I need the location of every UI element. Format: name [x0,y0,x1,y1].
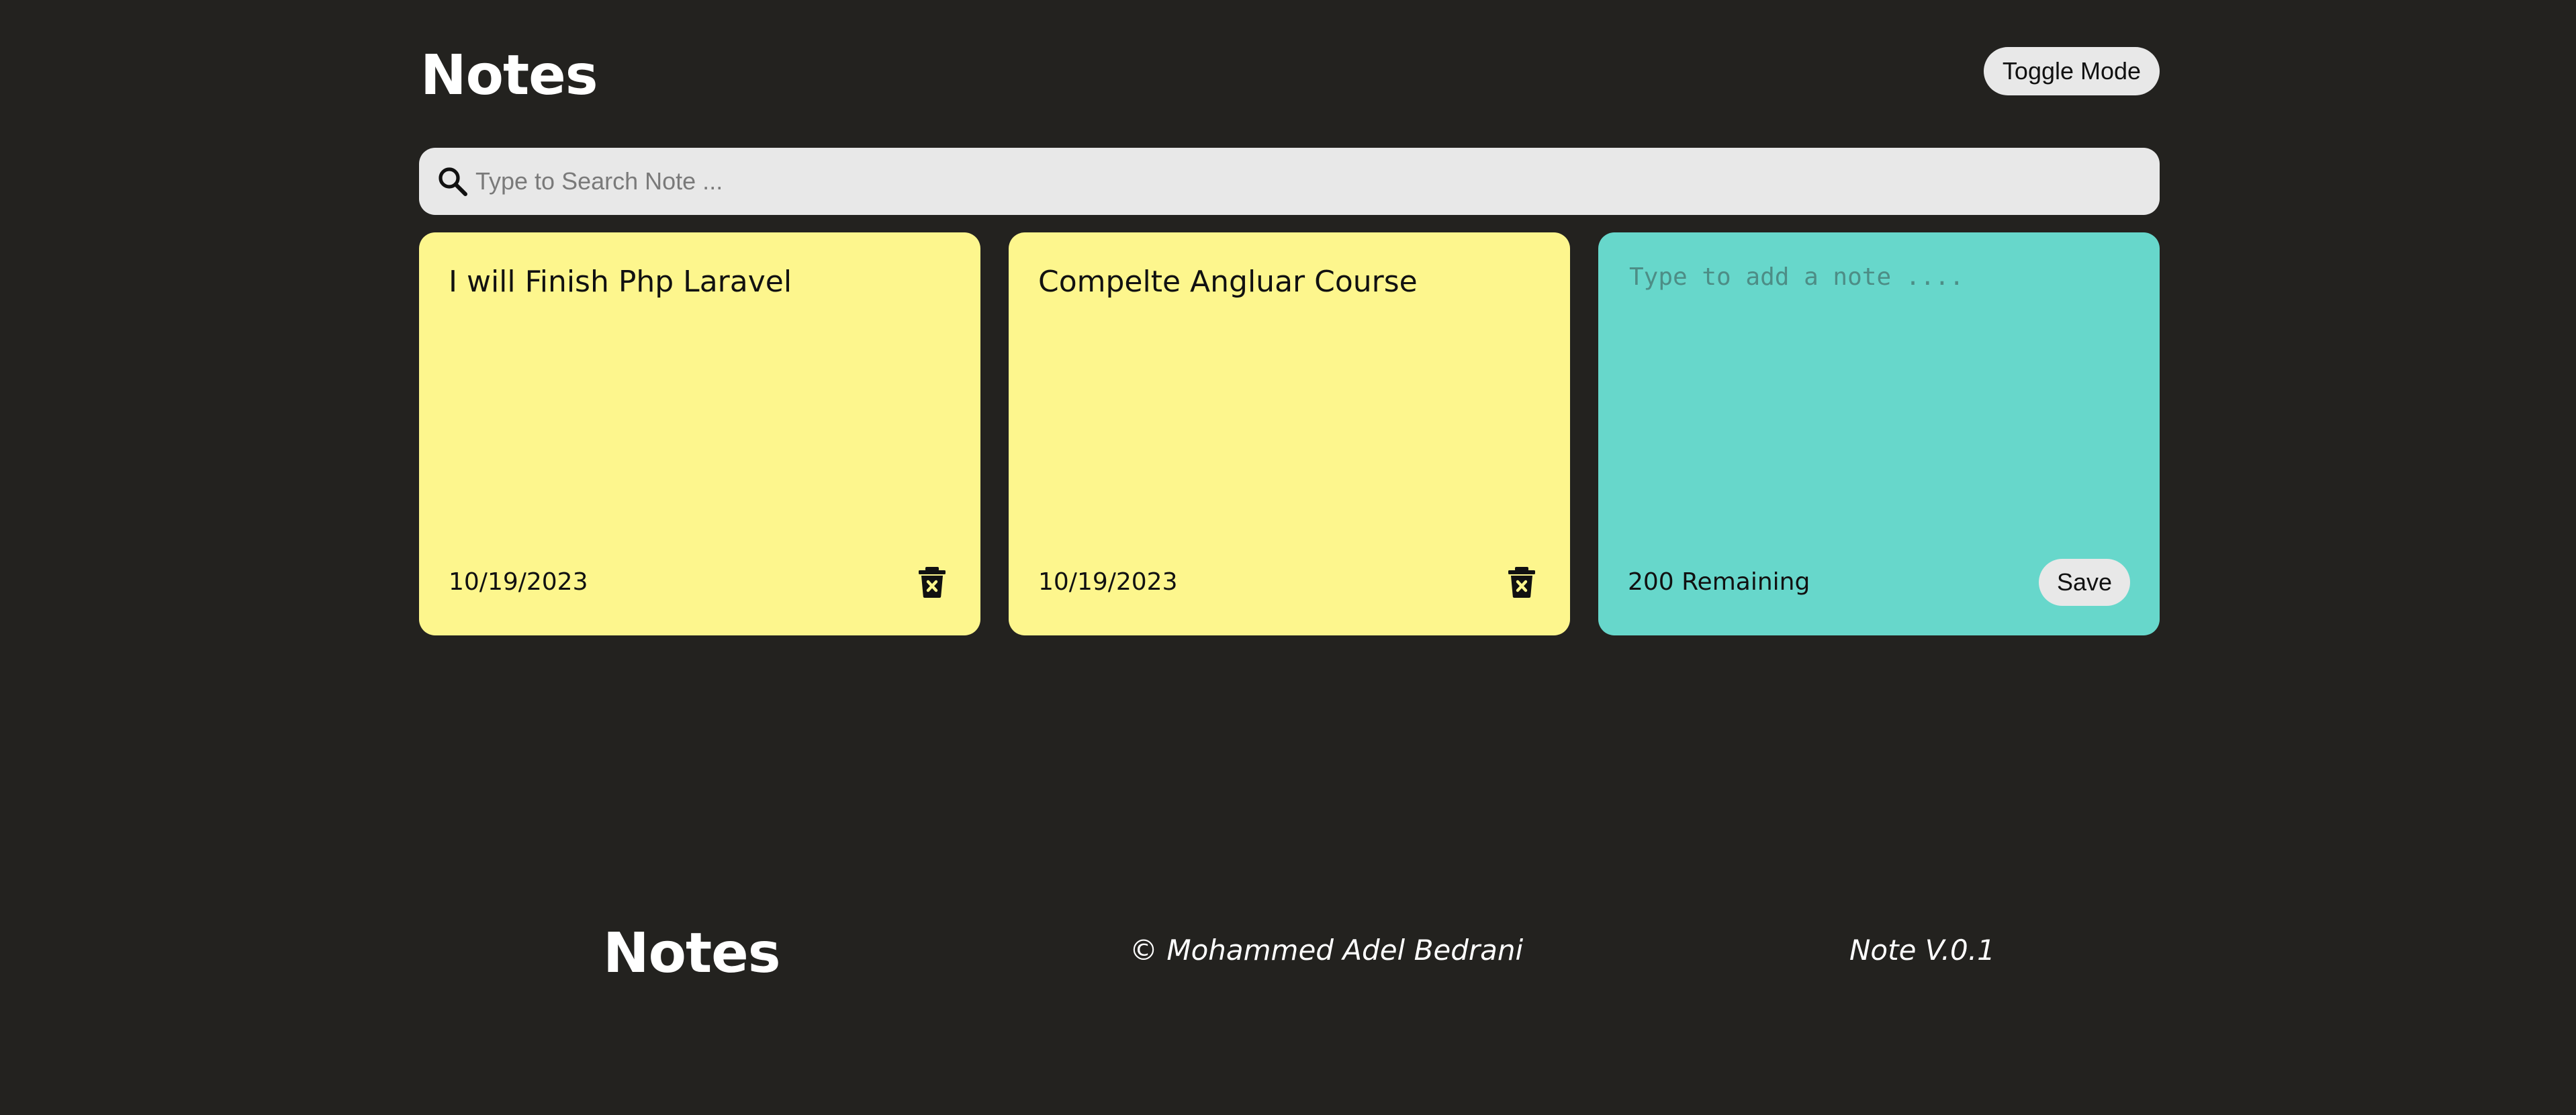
footer-copyright: © Mohammed Adel Bedrani [1130,934,1524,967]
note-card: I will Finish Php Laravel 10/19/2023 [419,232,980,635]
note-footer: 10/19/2023 [449,559,951,606]
search-icon [439,167,467,196]
footer-title: Notes [603,922,781,985]
search-bar[interactable] [419,148,2160,215]
toggle-mode-button[interactable]: Toggle Mode [1984,47,2160,95]
note-text: Compelte Angluar Course [1038,265,1418,299]
note-footer: 10/19/2023 [1038,559,1540,606]
save-button[interactable]: Save [2039,559,2130,606]
note-date: 10/19/2023 [449,568,588,596]
new-note-card: 200 Remaining Save [1598,232,2160,635]
note-card: Compelte Angluar Course 10/19/2023 [1009,232,1570,635]
footer-version: Note V.0.1 [1849,934,1995,967]
page-title: Notes [420,44,598,107]
header: Notes Toggle Mode [419,39,2160,113]
remaining-count: 200 Remaining [1628,568,1810,596]
new-note-textarea[interactable] [1629,261,2129,489]
note-date: 10/19/2023 [1038,568,1178,596]
footer: Notes © Mohammed Adel Bedrani Note V.0.1 [0,913,2576,994]
note-text: I will Finish Php Laravel [449,265,792,299]
trash-x-icon[interactable] [1508,567,1535,598]
new-note-footer: 200 Remaining Save [1628,559,2130,606]
trash-x-icon[interactable] [919,567,946,598]
search-input[interactable] [475,148,2141,215]
notes-list: I will Finish Php Laravel 10/19/2023 Com… [419,232,2160,635]
